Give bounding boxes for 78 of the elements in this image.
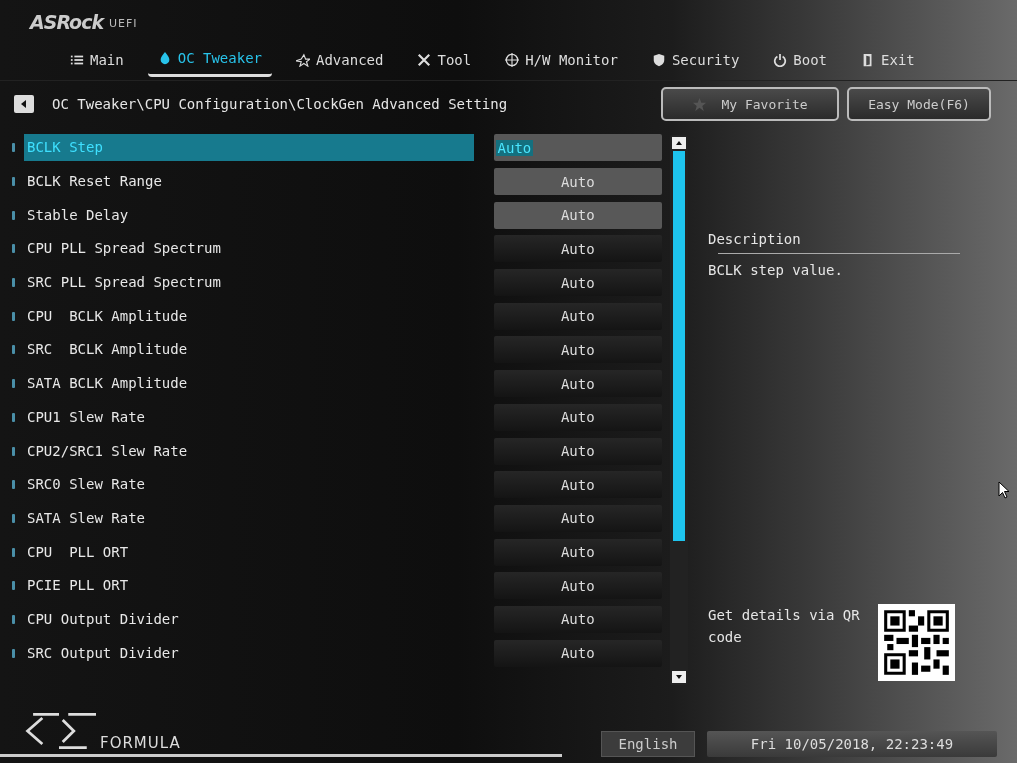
info-marker-icon [12, 210, 15, 220]
setting-value-dropdown[interactable]: Auto [493, 235, 662, 263]
setting-value-dropdown[interactable]: Auto [493, 605, 662, 633]
brand-suffix: UEFI [109, 16, 138, 32]
info-marker-icon [12, 547, 15, 557]
setting-value-dropdown[interactable]: Auto [493, 168, 662, 196]
star-icon [692, 96, 708, 112]
mouse-pointer-icon [998, 481, 1010, 499]
nav-tab[interactable]: Boot [763, 46, 838, 77]
setting-label[interactable]: CPU1 Slew Rate [24, 403, 474, 431]
mode-button[interactable]: Easy Mode(F6) [847, 87, 991, 121]
power-icon [773, 52, 788, 67]
star-icon [296, 52, 310, 67]
setting-value-dropdown[interactable]: Auto [493, 336, 662, 364]
setting-value-dropdown[interactable]: Auto [493, 201, 662, 229]
setting-value-dropdown[interactable]: Auto [493, 134, 662, 162]
nav-tab[interactable]: H/W Monitor [495, 46, 628, 77]
info-marker-icon [12, 648, 15, 658]
info-marker-icon [12, 581, 15, 591]
setting-label[interactable]: CPU PLL ORT [24, 538, 474, 566]
setting-label[interactable]: CPU BCLK Amplitude [24, 302, 474, 330]
info-marker-icon [12, 379, 15, 389]
formula-logo-text: FORMULA [100, 734, 181, 752]
setting-label[interactable]: SATA BCLK Amplitude [24, 370, 474, 398]
nav-tab[interactable]: Tool [407, 46, 482, 77]
description-text: BCLK step value. [708, 262, 844, 278]
info-marker-icon [12, 480, 15, 490]
setting-value-dropdown[interactable]: Auto [493, 639, 662, 667]
description-title: Description [708, 231, 802, 247]
setting-value-dropdown[interactable]: Auto [493, 538, 662, 566]
setting-label[interactable]: CPU PLL Spread Spectrum [24, 235, 474, 263]
date-time: Fri 10/05/2018, 22:23:49 [707, 731, 997, 757]
info-marker-icon [12, 177, 15, 187]
scroll-up-icon[interactable] [672, 137, 686, 149]
nav-tab[interactable]: Security [641, 46, 750, 77]
info-marker-icon [12, 143, 15, 153]
nav-tab[interactable]: Main [60, 46, 134, 77]
setting-value-dropdown[interactable]: Auto [493, 471, 662, 499]
nav-tab[interactable]: Advanced [286, 46, 394, 77]
setting-value-dropdown[interactable]: Auto [493, 269, 662, 297]
info-marker-icon [12, 311, 15, 321]
info-marker-icon [12, 244, 15, 254]
brand-logo: ASRock [30, 12, 104, 32]
breadcrumb-path: OC Tweaker\CPU Configuration\ClockGen Advanced Setting [52, 96, 508, 112]
info-marker-icon [12, 446, 15, 456]
setting-label[interactable]: SRC BCLK Amplitude [24, 336, 474, 364]
setting-label[interactable]: CPU2/SRC1 Slew Rate [24, 437, 474, 465]
crosshair-icon [505, 52, 520, 67]
qr-hint-text: Get details via QR code [708, 606, 861, 647]
setting-label[interactable]: BCLK Reset Range [24, 168, 474, 196]
info-marker-icon [12, 614, 15, 624]
setting-value-dropdown[interactable]: Auto [493, 504, 662, 532]
back-button[interactable] [14, 95, 34, 113]
info-marker-icon [12, 412, 15, 422]
setting-label[interactable]: Stable Delay [24, 201, 474, 229]
scrollbar[interactable] [670, 135, 688, 685]
setting-value-dropdown[interactable]: Auto [493, 302, 662, 330]
setting-label[interactable]: SRC Output Divider [24, 639, 474, 667]
scroll-down-icon[interactable] [672, 671, 686, 683]
setting-label[interactable]: PCIE PLL ORT [24, 572, 474, 600]
shield-icon [651, 52, 666, 67]
setting-label[interactable]: CPU Output Divider [24, 605, 474, 633]
info-marker-icon [12, 345, 15, 355]
setting-value-dropdown[interactable]: Auto [493, 403, 662, 431]
info-marker-icon [12, 513, 15, 523]
setting-value-dropdown[interactable]: Auto [493, 370, 662, 398]
language-button[interactable]: English [601, 731, 695, 757]
nav-tab[interactable]: Exit [851, 46, 925, 77]
favorite-button[interactable]: My Favorite [661, 87, 839, 121]
nav-tab[interactable]: OC Tweaker [147, 46, 272, 77]
setting-value-dropdown[interactable]: Auto [493, 572, 662, 600]
info-marker-icon [12, 278, 15, 288]
setting-label[interactable]: SRC PLL Spread Spectrum [24, 269, 474, 297]
setting-label[interactable]: SRC0 Slew Rate [24, 471, 474, 499]
setting-label[interactable]: SATA Slew Rate [24, 504, 474, 532]
qr-code-icon [878, 604, 955, 681]
setting-value-dropdown[interactable]: Auto [493, 437, 662, 465]
left-arrow-icon [19, 99, 29, 109]
